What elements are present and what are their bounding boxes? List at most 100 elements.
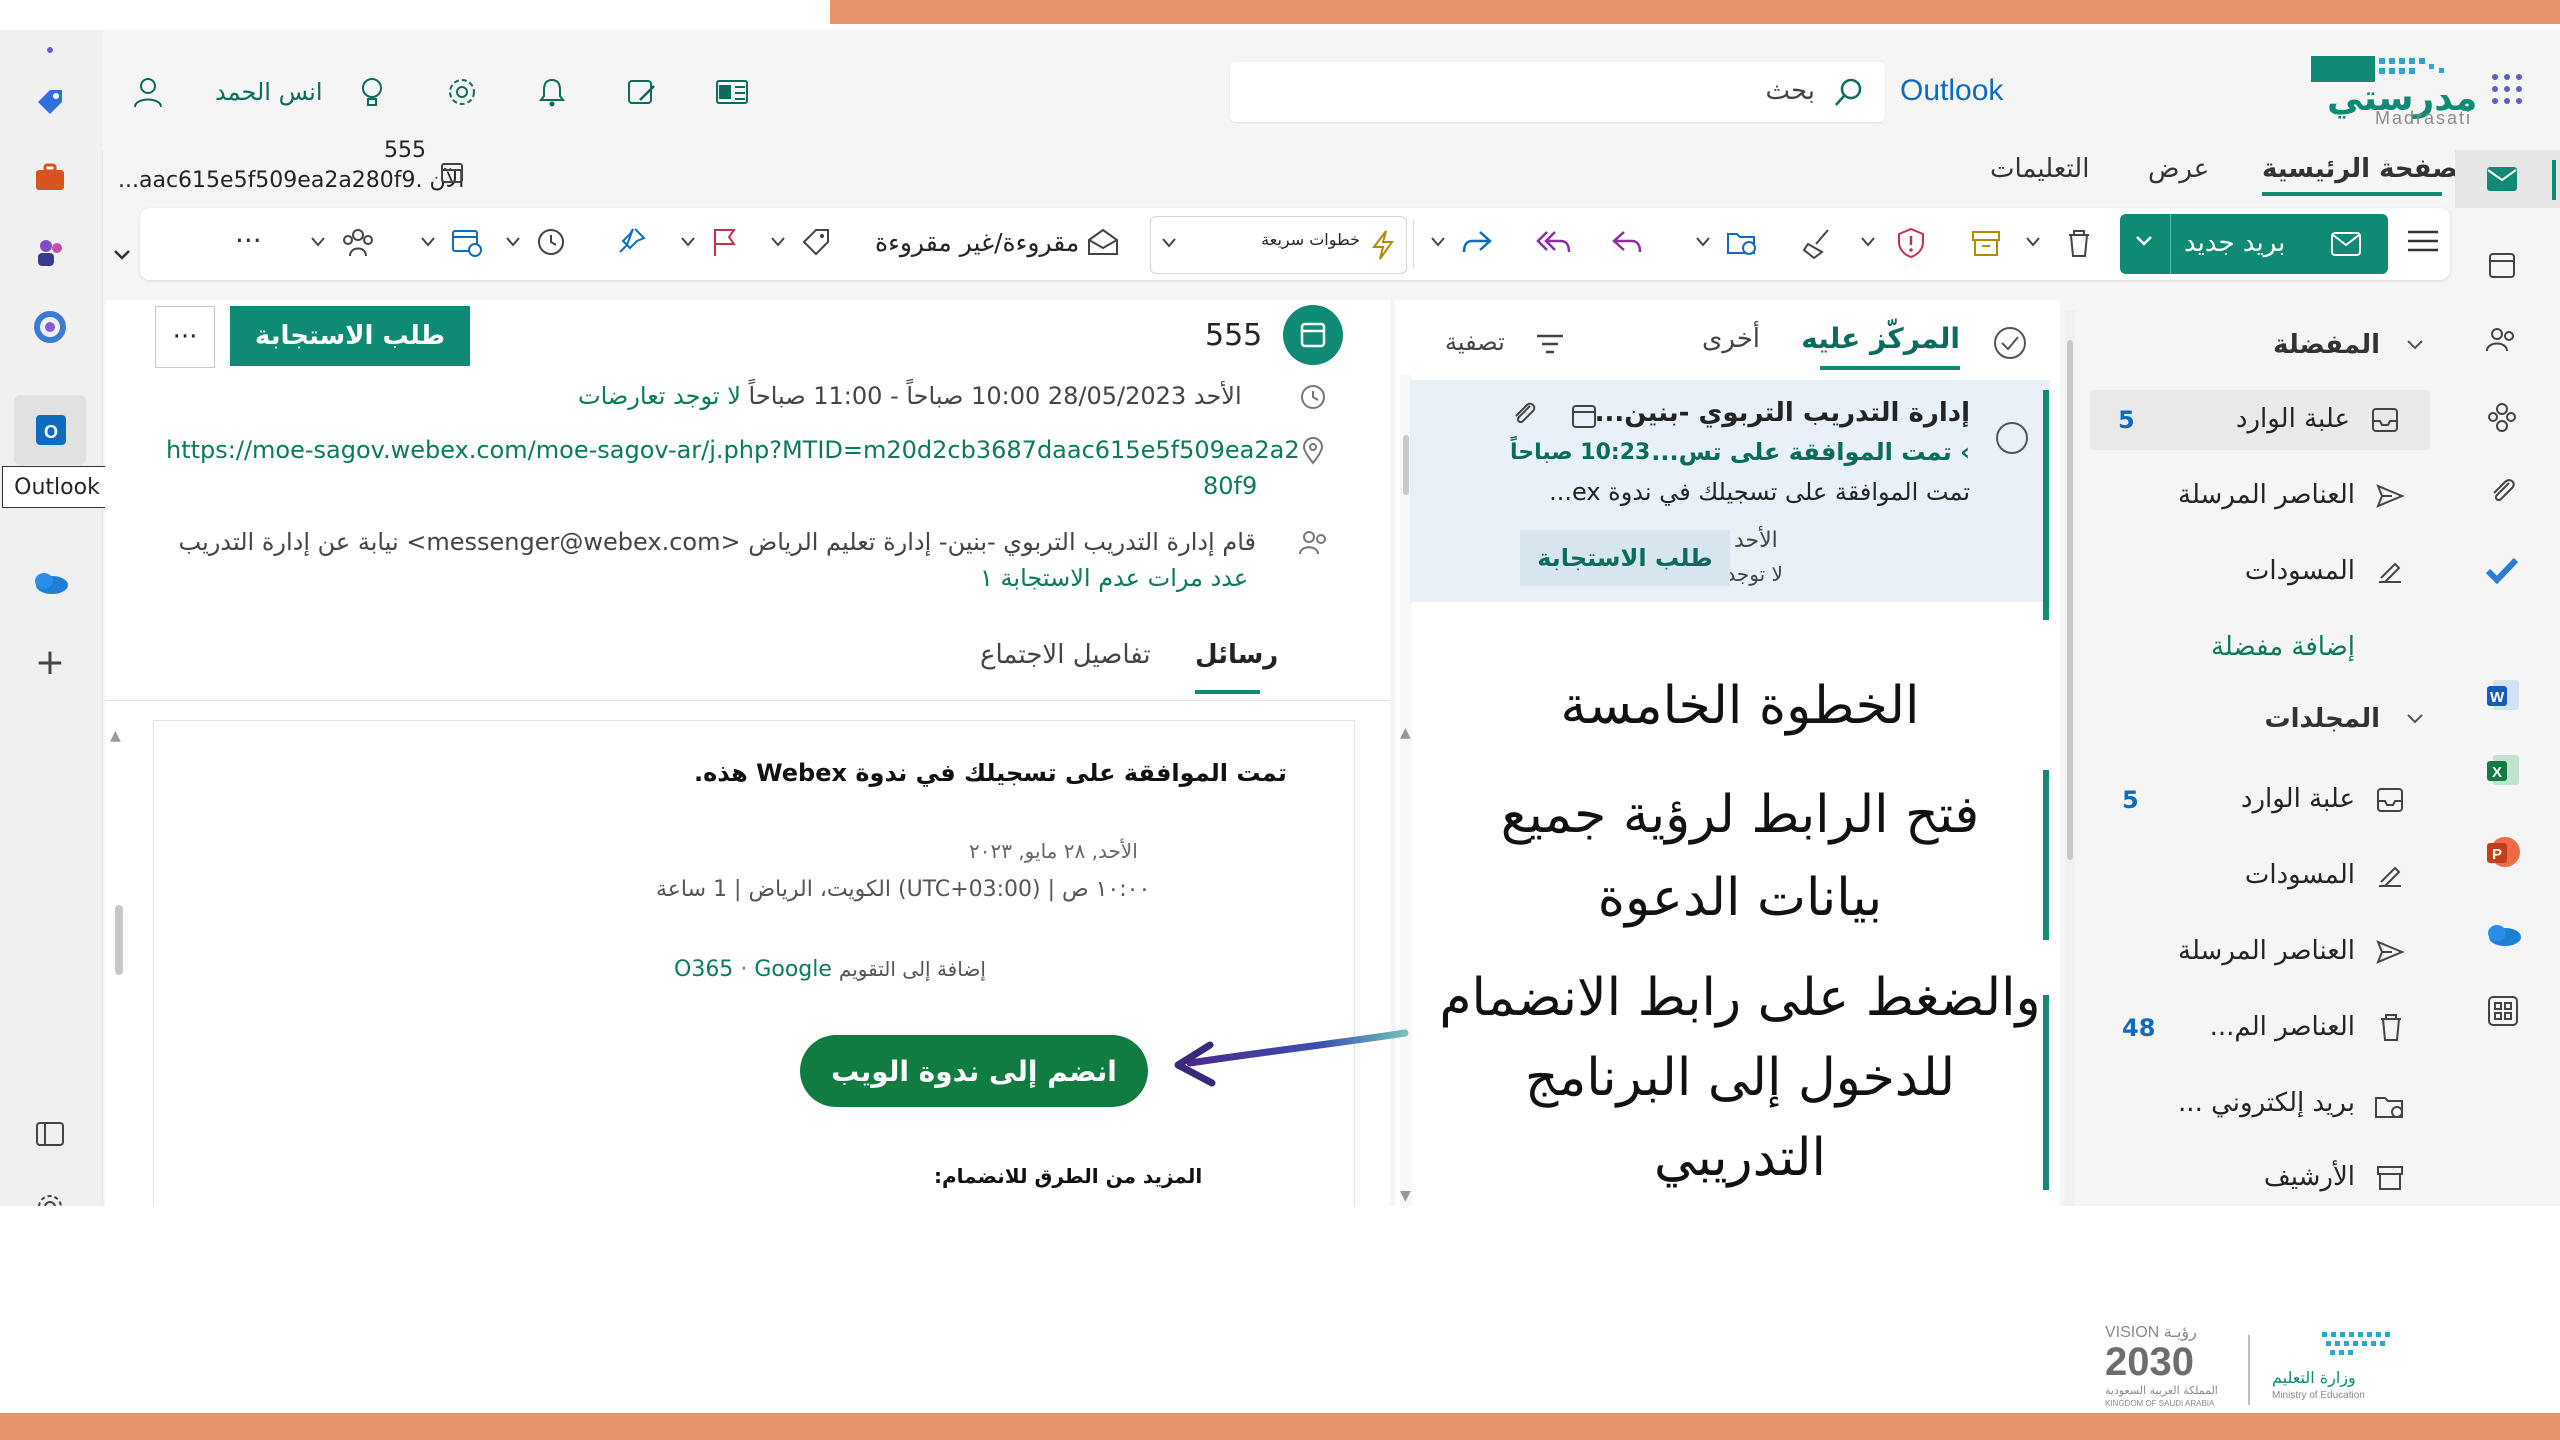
gear-icon[interactable] (440, 70, 484, 114)
my-day-icon[interactable] (620, 70, 664, 114)
join-webinar-button[interactable]: انضم إلى ندوة الويب (800, 1035, 1148, 1107)
pane-scroll-up[interactable]: ▲ (1400, 725, 1411, 741)
add-favorite-link[interactable]: إضافة مفضلة (2211, 632, 2355, 662)
groups-module-icon[interactable] (2485, 400, 2519, 434)
body-scrollbar[interactable]: ▲ (110, 720, 130, 1206)
more-options-button[interactable]: ··· (235, 224, 262, 257)
app-launcher-icon[interactable] (2490, 72, 2524, 106)
chevron-down-icon[interactable] (770, 236, 786, 248)
tab-other[interactable]: أخرى (1702, 324, 1760, 354)
user-name[interactable]: انس الحمد (215, 78, 323, 106)
folder-inbox-label[interactable]: علبة الوارد (2241, 784, 2355, 814)
rules-icon[interactable] (450, 226, 484, 258)
rsvp-button[interactable]: طلب الاستجابة (230, 306, 470, 366)
tab-view[interactable]: عرض (2148, 154, 2209, 184)
filter-icon[interactable] (1535, 332, 1565, 356)
tab-meeting-details[interactable]: تفاصيل الاجتماع (980, 640, 1151, 670)
chevron-down-icon[interactable] (2405, 712, 2425, 726)
folder-junk-label[interactable]: بريد إلكتروني ... (2178, 1088, 2355, 1118)
bell-icon[interactable] (530, 70, 574, 114)
excel-app-icon[interactable] (710, 70, 754, 114)
search-box[interactable]: بحث (1230, 62, 1885, 122)
quick-steps-button[interactable]: خطوات سريعة (1150, 216, 1407, 274)
chevron-down-icon[interactable] (1860, 236, 1876, 248)
filter-label[interactable]: تصفية (1445, 328, 1505, 356)
lightbulb-icon[interactable] (350, 70, 394, 114)
search-input[interactable]: بحث (1765, 76, 1815, 106)
todo-module-icon[interactable] (2485, 555, 2519, 585)
favorite-inbox-row[interactable]: علبة الوارد 5 (2090, 390, 2430, 450)
chevron-down-icon[interactable] (420, 236, 436, 248)
location-link-cont[interactable]: 80f9 (1203, 472, 1257, 500)
pane-toggle-icon[interactable] (28, 1112, 72, 1156)
powerpoint-app-icon[interactable]: P (2485, 835, 2521, 869)
excel-app-icon[interactable]: X (2485, 753, 2521, 787)
favorites-header[interactable]: المفضلة (2273, 330, 2380, 360)
avatar-icon[interactable] (126, 70, 170, 114)
folders-header[interactable]: المجلدات (2264, 704, 2380, 734)
mail-module-active[interactable] (2455, 150, 2560, 208)
chevron-down-icon[interactable] (680, 236, 696, 248)
chevron-down-icon[interactable] (112, 248, 132, 262)
report-shield-icon[interactable] (1895, 226, 1927, 260)
reply-all-icon[interactable] (1535, 228, 1573, 256)
favorite-sent-label[interactable]: العناصر المرسلة (2178, 480, 2355, 510)
calendar-module-icon[interactable] (2487, 250, 2517, 280)
read-unread-label[interactable]: مقروءة/غير مقروءة (875, 228, 1079, 257)
chevron-down-icon[interactable] (1430, 236, 1446, 248)
chevron-down-icon[interactable] (2025, 236, 2041, 248)
reading-more-button[interactable]: ··· (155, 306, 215, 368)
o365-link[interactable]: O365 (674, 957, 733, 982)
tab-help[interactable]: التعليمات (1990, 154, 2089, 184)
pin-icon[interactable] (615, 226, 647, 258)
clock-icon[interactable] (535, 226, 567, 258)
no-response-count[interactable]: عدد مرات عدم الاستجابة ١ (980, 564, 1248, 592)
chevron-down-icon[interactable] (1695, 236, 1711, 248)
select-all-icon[interactable] (1992, 325, 2028, 361)
add-app-icon[interactable]: + (28, 640, 72, 684)
onedrive-app-icon[interactable] (28, 560, 72, 604)
google-link[interactable]: Google (754, 957, 832, 982)
chevron-down-icon[interactable] (2405, 338, 2425, 352)
tag-app-icon[interactable] (28, 80, 72, 124)
chevron-down-icon[interactable] (2134, 234, 2154, 248)
folder-sent-label[interactable]: العناصر المرسلة (2178, 936, 2355, 966)
select-circle-icon[interactable] (1994, 420, 2030, 456)
move-to-folder-icon[interactable] (1725, 226, 1759, 258)
trash-icon[interactable] (2065, 228, 2093, 258)
outlook-app-active[interactable]: O (14, 395, 86, 465)
tab-home[interactable]: الصفحة الرئيسية (2262, 154, 2477, 184)
hamburger-icon[interactable] (2406, 226, 2440, 256)
folder-drafts-label[interactable]: المسودات (2245, 860, 2355, 890)
pane-scroll-down[interactable]: ▼ (1400, 1188, 1411, 1204)
reply-icon[interactable] (1610, 228, 1644, 256)
folder-archive-label[interactable]: الأرشيف (2264, 1162, 2355, 1192)
people-app-icon[interactable] (28, 230, 72, 274)
envelope-open-icon[interactable] (1086, 226, 1120, 258)
item-rsvp-button[interactable]: طلب الاستجابة (1520, 530, 1730, 586)
loop-app-icon[interactable] (28, 305, 72, 349)
add-to-calendar: إضافة إلى التقويم O365 · Google (674, 957, 986, 982)
more-apps-icon[interactable] (2487, 995, 2519, 1027)
sweep-icon[interactable] (1800, 226, 1834, 260)
chevron-down-icon[interactable] (505, 236, 521, 248)
tag-icon[interactable] (800, 226, 832, 258)
archive-icon[interactable] (1970, 228, 2002, 258)
folder-deleted-label[interactable]: العناصر الم... (2210, 1012, 2355, 1042)
favorite-drafts-label[interactable]: المسودات (2245, 556, 2355, 586)
groups-icon[interactable] (340, 226, 376, 258)
people-module-icon[interactable] (2485, 325, 2519, 355)
briefcase-app-icon[interactable] (28, 155, 72, 199)
message-list-item[interactable]: إدارة التدريب التربوي -بنين... › تمت الم… (1410, 380, 2050, 602)
new-mail-button[interactable]: بريد جديد (2120, 214, 2388, 274)
attachment-module-icon[interactable] (2487, 475, 2517, 507)
tab-focused[interactable]: المركّز عليه (1801, 322, 1960, 355)
tab-messages[interactable]: رسائل (1195, 640, 1278, 670)
folder-scrollbar[interactable] (2065, 310, 2075, 1206)
flag-icon[interactable] (710, 226, 738, 258)
word-app-icon[interactable]: W (2485, 678, 2521, 712)
chevron-down-icon[interactable] (310, 236, 326, 248)
forward-icon[interactable] (1460, 228, 1494, 256)
onedrive-app-icon[interactable] (2483, 920, 2523, 948)
location-link[interactable]: https://moe-sagov.webex.com/moe-sagov-ar… (166, 436, 1300, 464)
